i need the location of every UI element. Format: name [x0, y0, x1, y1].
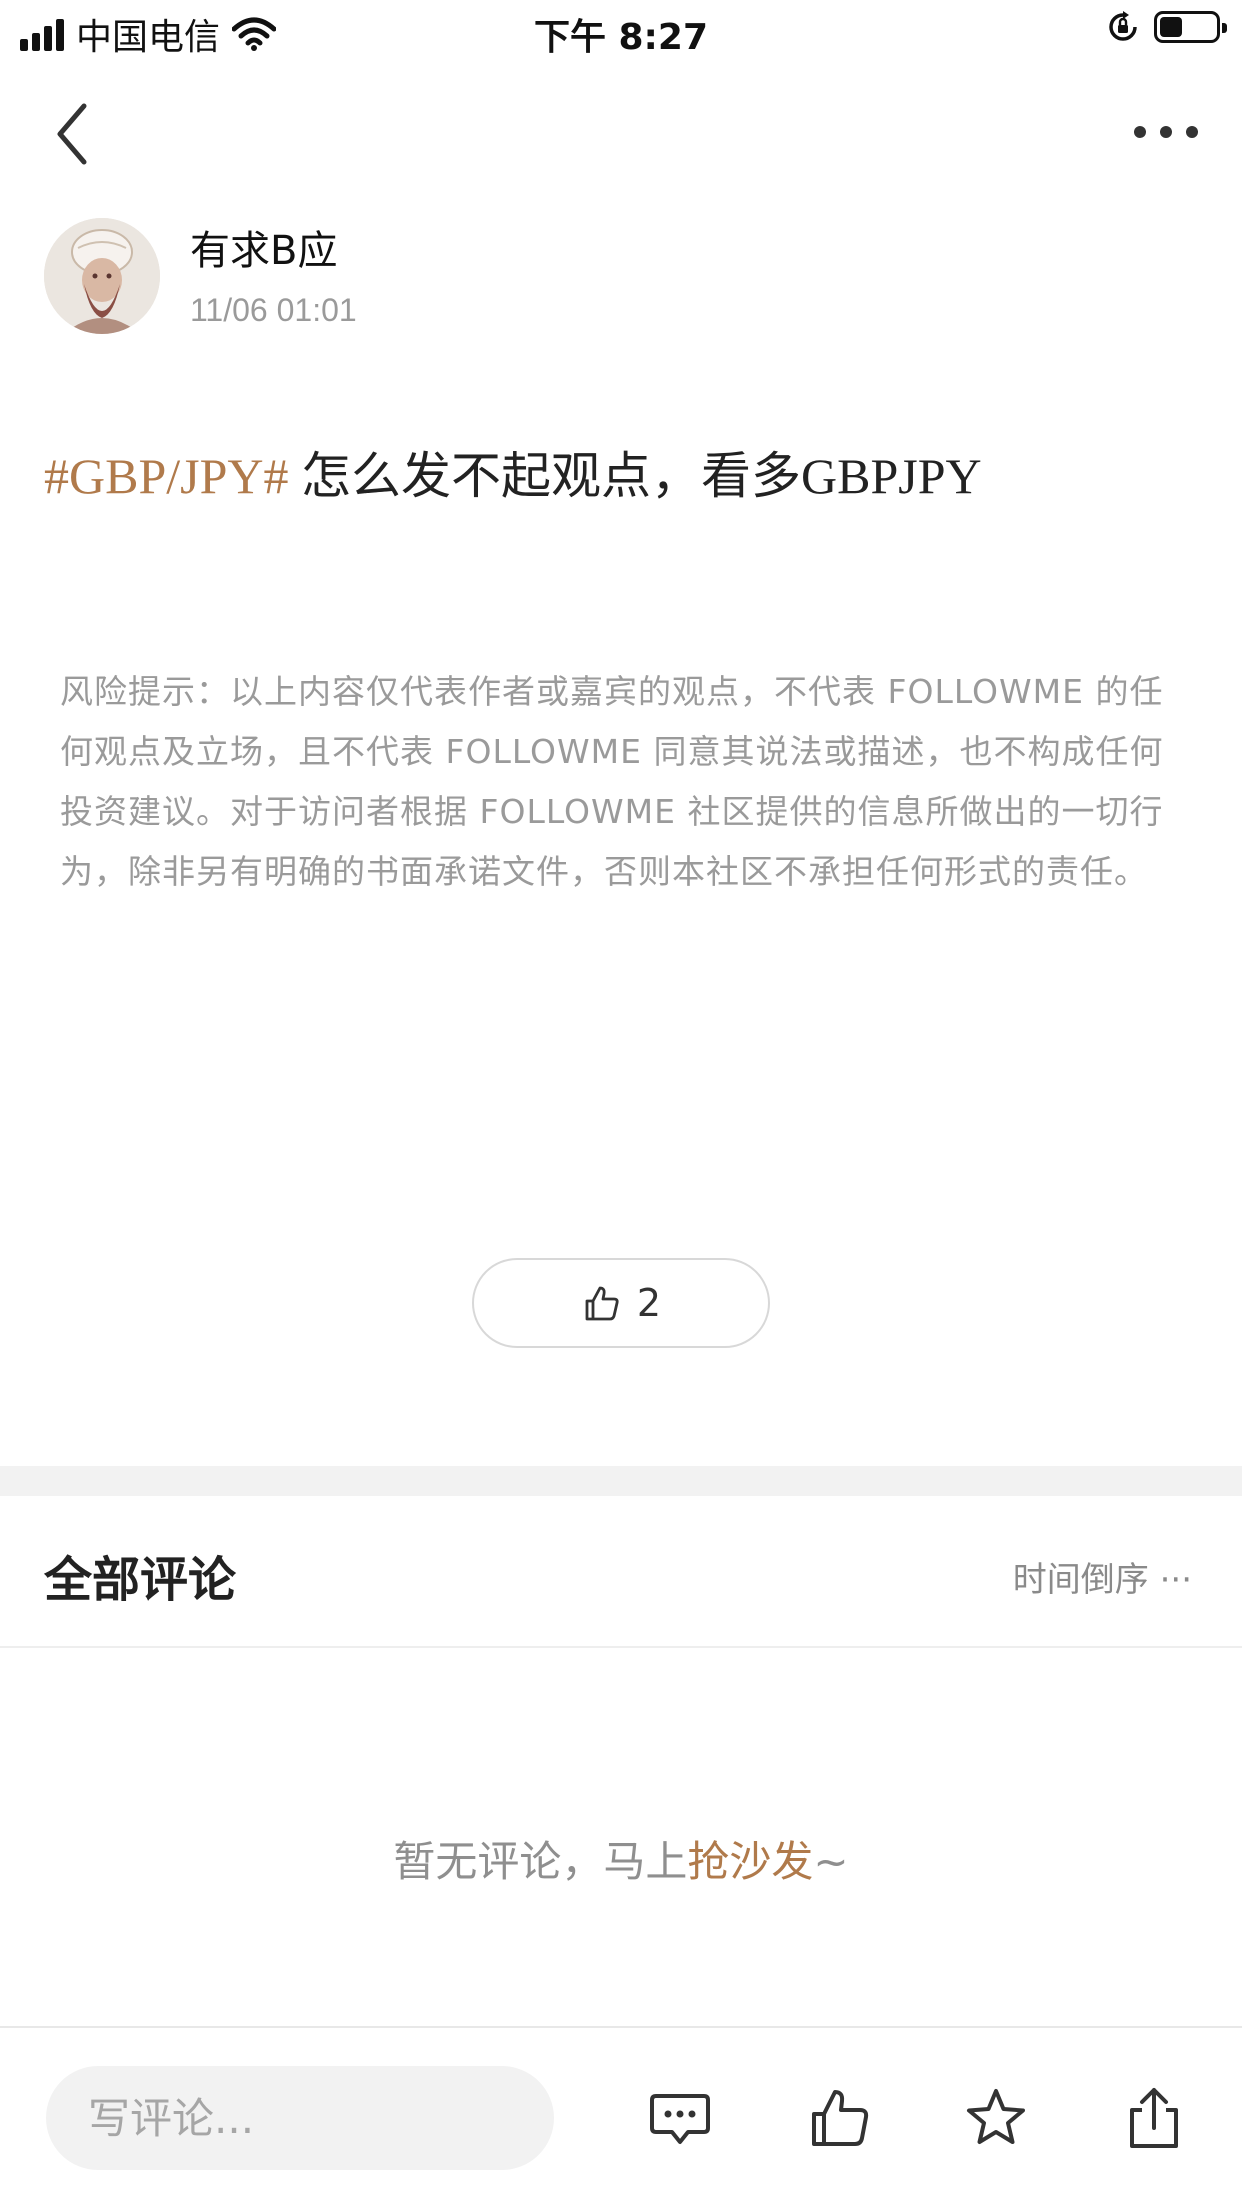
battery-level: [1160, 17, 1182, 37]
post-text: #GBP/JPY# 怎么发不起观点，看多GBPJPY: [44, 436, 982, 508]
sort-dropdown[interactable]: 时间倒序 ···: [1013, 1552, 1192, 1601]
divider: [0, 1646, 1242, 1648]
empty-prefix: 暂无评论，马上: [393, 1837, 688, 1886]
bottom-bar-divider: [0, 2026, 1242, 2028]
like-button[interactable]: 2: [472, 1258, 770, 1348]
avatar-image: [44, 218, 160, 334]
avatar[interactable]: [44, 218, 160, 334]
more-horizontal-icon[interactable]: [1134, 126, 1198, 142]
hashtag-link[interactable]: #GBP/JPY#: [44, 448, 289, 504]
comment-input[interactable]: [46, 2066, 554, 2170]
share-icon[interactable]: [1122, 2086, 1186, 2150]
section-divider: [0, 1466, 1242, 1496]
battery-icon: [1154, 11, 1227, 43]
author-name[interactable]: 有求B应: [190, 218, 337, 276]
empty-suffix: ~: [813, 1837, 849, 1886]
like-count: 2: [636, 1281, 662, 1325]
comment-icon[interactable]: [648, 2086, 712, 2150]
first-comment-link[interactable]: 抢沙发: [687, 1837, 813, 1886]
thumbs-up-icon[interactable]: [808, 2086, 872, 2150]
status-time: 下午 8:27: [533, 17, 709, 58]
chevron-left-icon[interactable]: [52, 100, 92, 168]
thumbs-up-icon: [585, 1286, 619, 1321]
post-body: 怎么发不起观点，看多GBPJPY: [288, 448, 982, 504]
status-bar: 中国电信 下午 8:27: [0, 0, 1242, 62]
post-date: 11/06 01:01: [190, 292, 357, 328]
star-icon[interactable]: [964, 2086, 1028, 2150]
comments-title: 全部评论: [44, 1552, 237, 1608]
risk-disclaimer: 风险提示：以上内容仅代表作者或嘉宾的观点，不代表 FOLLOWME 的任何观点及…: [60, 672, 1164, 891]
rotation-lock-icon: [1109, 11, 1137, 41]
empty-comments-message: 暂无评论，马上抢沙发~: [0, 1828, 1242, 1889]
status-right: [1106, 10, 1227, 44]
